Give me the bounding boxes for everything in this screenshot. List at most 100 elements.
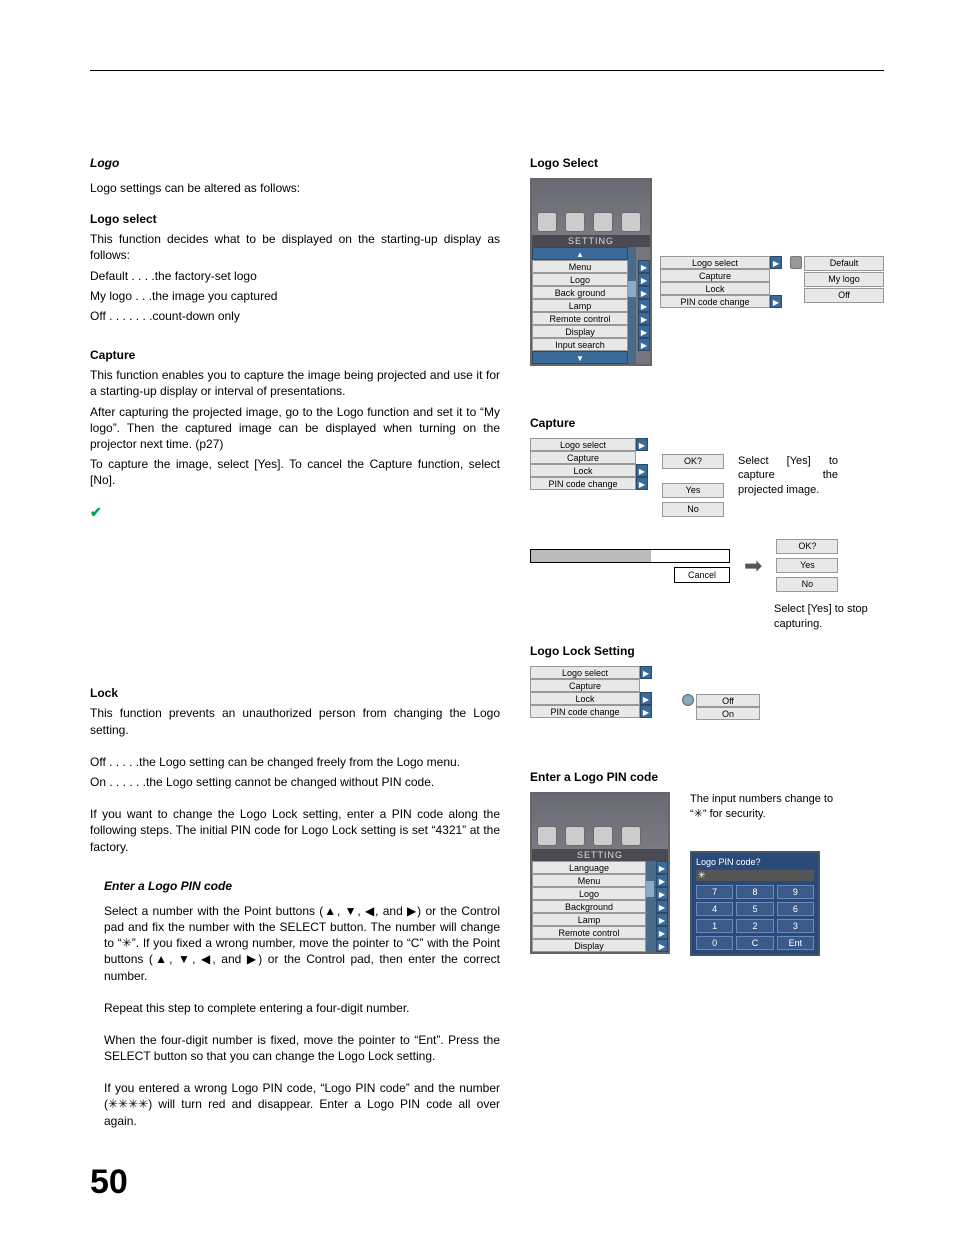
menu-item[interactable]: Remote control — [532, 926, 646, 939]
arrow-right-icon[interactable]: ▶ — [636, 477, 648, 490]
submenu-item[interactable]: Lock — [530, 692, 640, 705]
arrow-right-icon[interactable]: ▶ — [636, 438, 648, 451]
yes-button[interactable]: Yes — [776, 558, 838, 573]
ok-prompt: OK? — [662, 454, 724, 469]
arrow-right-icon[interactable]: ▶ — [770, 295, 782, 308]
arrow-right-icon[interactable]: ▶ — [656, 926, 668, 939]
arrow-right-icon[interactable]: ▶ — [656, 939, 668, 952]
arrow-right-icon[interactable]: ▶ — [638, 325, 650, 338]
lock-heading: Lock — [90, 686, 500, 700]
cancel-button[interactable]: Cancel — [674, 567, 730, 583]
menu-item[interactable]: Menu — [532, 260, 628, 273]
submenu-item[interactable]: Capture — [530, 451, 636, 464]
keypad-key[interactable]: 9 — [777, 885, 814, 899]
menu-item[interactable]: Logo — [532, 273, 628, 286]
menu-item[interactable]: Display — [532, 939, 646, 952]
keypad-key[interactable]: 8 — [736, 885, 773, 899]
arrow-right-icon[interactable]: ▶ — [640, 666, 652, 679]
scrollbar-thumb[interactable] — [646, 881, 654, 897]
capture-heading: Capture — [90, 348, 500, 362]
keypad-key[interactable]: 3 — [777, 919, 814, 933]
osd-main: SETTING Language Menu Logo Background La… — [530, 792, 670, 954]
menu-item[interactable]: Lamp — [532, 913, 646, 926]
osd-icon — [566, 213, 584, 231]
submenu-item[interactable]: PIN code change — [530, 477, 636, 490]
arrow-right-icon[interactable]: ▶ — [638, 260, 650, 273]
osd-icon — [594, 213, 612, 231]
scrollbar-thumb[interactable] — [628, 281, 636, 297]
option-item[interactable]: Default — [804, 256, 884, 271]
menu-item[interactable]: Menu — [532, 874, 646, 887]
submenu-item[interactable]: Capture — [660, 269, 770, 282]
arrow-right-icon[interactable]: ▶ — [638, 338, 650, 351]
capture-caption-1: Select [Yes] to capture the projected im… — [738, 454, 838, 497]
arrow-right-icon[interactable]: ▶ — [656, 874, 668, 887]
capture-p1: This function enables you to capture the… — [90, 367, 500, 399]
keypad-key-enter[interactable]: Ent — [777, 936, 814, 950]
arrow-right-icon[interactable]: ▶ — [638, 273, 650, 286]
arrow-right-icon[interactable]: ▶ — [770, 256, 782, 269]
submenu-item[interactable]: PIN code change — [660, 295, 770, 308]
logo-heading: Logo — [90, 156, 500, 170]
osd-icon — [622, 213, 640, 231]
arrow-right-icon[interactable]: ▶ — [656, 900, 668, 913]
keypad-key[interactable]: 4 — [696, 902, 733, 916]
submenu-item[interactable]: Capture — [530, 679, 640, 692]
submenu-item[interactable]: PIN code change — [530, 705, 640, 718]
keypad-key[interactable]: 7 — [696, 885, 733, 899]
osd-icon — [538, 213, 556, 231]
pin-caption: The input numbers change to “✳” for secu… — [690, 792, 840, 822]
osd-icon — [566, 827, 584, 845]
submenu-item[interactable]: Logo select — [530, 666, 640, 679]
arrow-down-icon[interactable]: ▼ — [532, 351, 628, 364]
submenu-item[interactable]: Lock — [660, 282, 770, 295]
keypad-key[interactable]: 0 — [696, 936, 733, 950]
arrow-right-icon[interactable]: ▶ — [656, 861, 668, 874]
arrow-right-icon[interactable]: ▶ — [638, 299, 650, 312]
menu-item[interactable]: Logo — [532, 887, 646, 900]
no-button[interactable]: No — [776, 577, 838, 592]
arrow-right-icon[interactable]: ▶ — [636, 464, 648, 477]
radio-icon[interactable] — [790, 256, 802, 269]
osd-setting-label: SETTING — [532, 849, 668, 861]
radio-icon[interactable] — [682, 694, 694, 706]
submenu-item[interactable]: Lock — [530, 464, 636, 477]
right-column: Logo Select SETTING ▲ — [530, 156, 884, 1133]
enter-pin-p4: If you entered a wrong Logo PIN code, “L… — [104, 1080, 500, 1129]
fig-capture: Logo select Capture Lock PIN code change… — [530, 438, 884, 517]
fig-lock: Logo select Capture Lock PIN code change… — [530, 666, 884, 720]
arrow-right-icon[interactable]: ▶ — [638, 286, 650, 299]
keypad-key[interactable]: 5 — [736, 902, 773, 916]
arrow-right-icon[interactable]: ▶ — [640, 692, 652, 705]
submenu-item[interactable]: Logo select — [660, 256, 770, 269]
menu-item[interactable]: Back ground — [532, 286, 628, 299]
menu-item[interactable]: Display — [532, 325, 628, 338]
arrow-right-icon[interactable]: ▶ — [638, 312, 650, 325]
arrow-right-icon[interactable]: ▶ — [656, 913, 668, 926]
capture-p3: To capture the image, select [Yes]. To c… — [90, 456, 500, 488]
arrow-right-icon[interactable]: ▶ — [640, 705, 652, 718]
menu-item[interactable]: Lamp — [532, 299, 628, 312]
menu-item[interactable]: Remote control — [532, 312, 628, 325]
keypad-key[interactable]: 6 — [777, 902, 814, 916]
keypad-key[interactable]: 2 — [736, 919, 773, 933]
keypad-display: ✳ — [696, 870, 814, 881]
no-button[interactable]: No — [662, 502, 724, 517]
fig-logo-select-title: Logo Select — [530, 156, 884, 170]
menu-item[interactable]: Background — [532, 900, 646, 913]
option-item[interactable]: My logo — [804, 272, 884, 287]
arrow-right-icon[interactable]: ▶ — [656, 887, 668, 900]
yes-button[interactable]: Yes — [662, 483, 724, 498]
option-item[interactable]: Off — [696, 694, 760, 707]
arrow-right-icon: ➡ — [744, 553, 762, 579]
menu-item[interactable]: Language — [532, 861, 646, 874]
option-item[interactable]: On — [696, 707, 760, 720]
arrow-up-icon[interactable]: ▲ — [532, 247, 628, 260]
logo-select-off: Off . . . . . . .count-down only — [90, 308, 500, 324]
keypad-key[interactable]: 1 — [696, 919, 733, 933]
keypad-key-clear[interactable]: C — [736, 936, 773, 950]
menu-item[interactable]: Input search — [532, 338, 628, 351]
option-item[interactable]: Off — [804, 288, 884, 303]
submenu-item[interactable]: Logo select — [530, 438, 636, 451]
keypad: Logo PIN code? ✳ 7 8 9 4 5 6 1 2 3 — [690, 851, 820, 956]
